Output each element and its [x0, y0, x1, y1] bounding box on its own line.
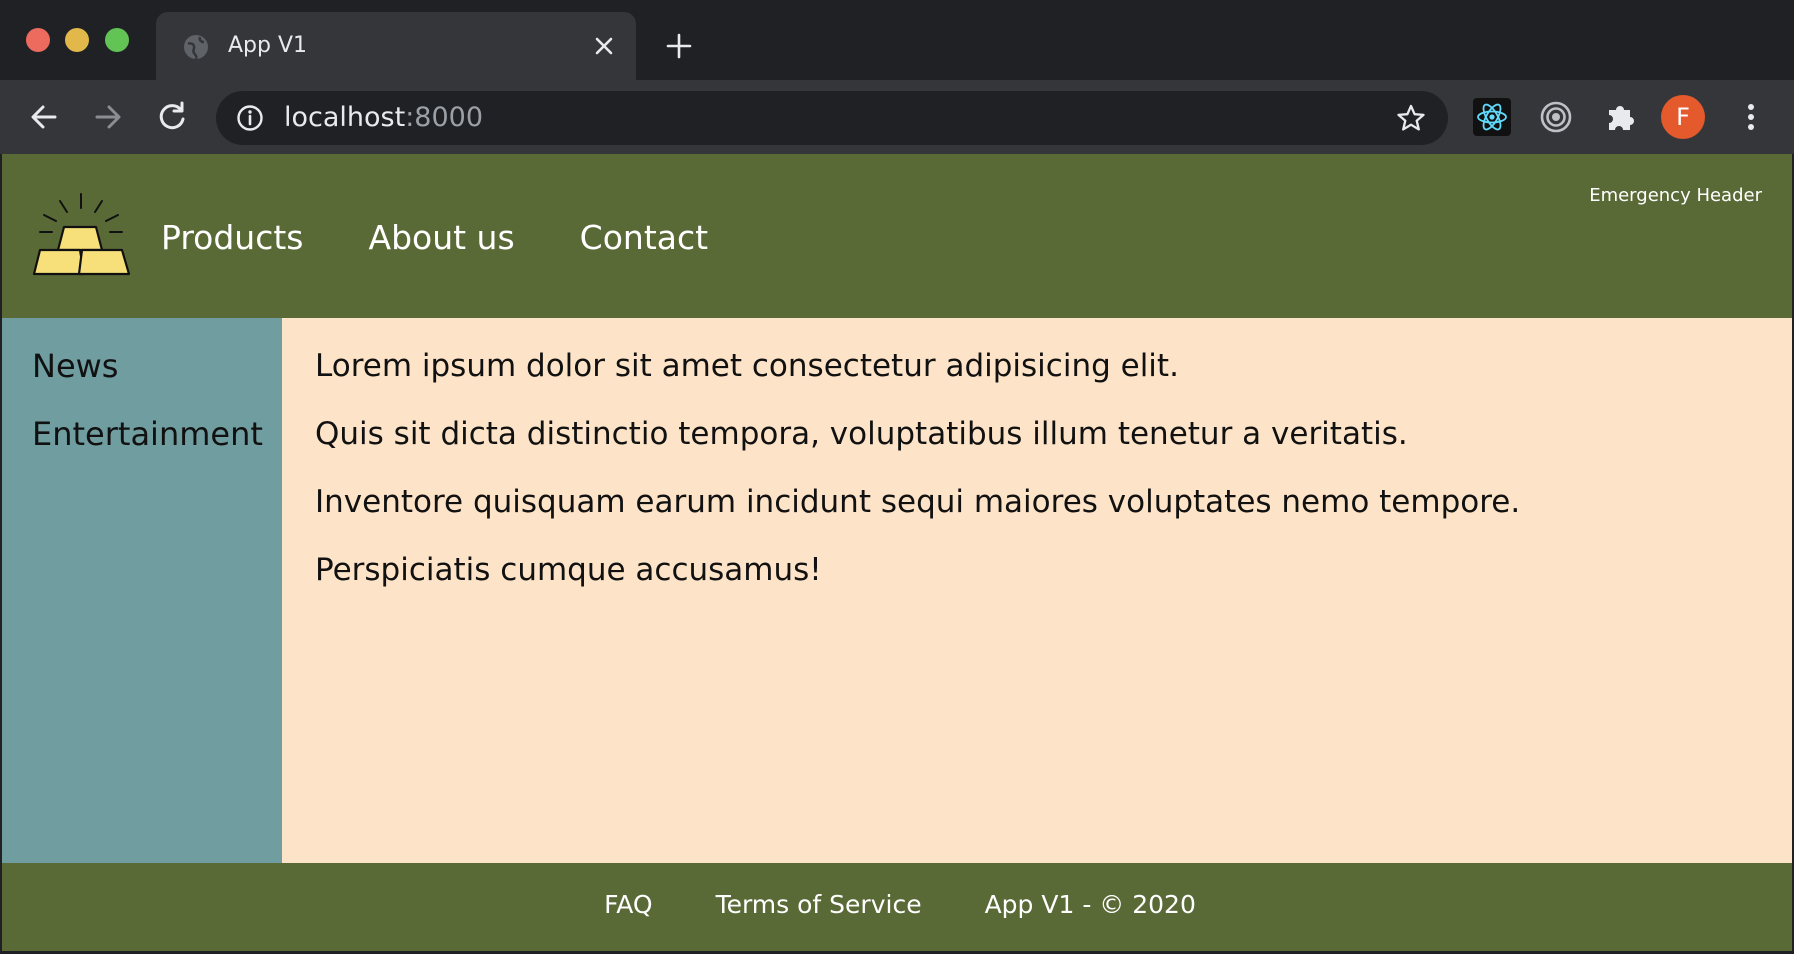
window-maximize-button[interactable]	[105, 28, 129, 52]
browser-window: App V1 localhost:8000 F Products About u…	[0, 0, 1794, 954]
reload-icon[interactable]	[153, 98, 191, 136]
window-minimize-button[interactable]	[65, 28, 89, 52]
content-paragraph: Perspiciatis cumque accusamus!	[315, 552, 822, 588]
window-close-button[interactable]	[26, 28, 50, 52]
site-footer: FAQ Terms of Service App V1 - © 2020	[2, 863, 1792, 951]
plus-icon[interactable]	[664, 31, 694, 61]
puzzle-icon[interactable]	[1601, 98, 1639, 136]
nav-link-products[interactable]: Products	[161, 218, 304, 258]
star-icon[interactable]	[1396, 103, 1426, 133]
page-viewport: Products About us Contact Emergency Head…	[2, 154, 1792, 951]
footer-link-faq[interactable]: FAQ	[604, 887, 652, 923]
main-content: Lorem ipsum dolor sit amet consectetur a…	[282, 318, 1792, 863]
url-port: :8000	[405, 102, 484, 133]
main-nav: Products About us Contact	[161, 218, 708, 258]
sidebar: News Entertainment	[2, 318, 282, 863]
tab-title: App V1	[228, 33, 308, 58]
sidebar-item-entertainment[interactable]: Entertainment	[32, 414, 282, 454]
footer-links: FAQ Terms of Service App V1 - © 2020	[2, 887, 1792, 923]
browser-toolbar: localhost:8000 F	[0, 80, 1794, 154]
browser-tab[interactable]: App V1	[156, 12, 636, 80]
react-devtools-icon[interactable]	[1473, 98, 1511, 136]
globe-icon	[184, 35, 208, 60]
content-paragraph: Lorem ipsum dolor sit amet consectetur a…	[315, 348, 1179, 384]
site-header: Products About us Contact Emergency Head…	[2, 154, 1792, 318]
content-paragraph: Inventore quisquam earum incidunt sequi …	[315, 484, 1521, 520]
target-icon[interactable]	[1537, 98, 1575, 136]
emergency-header: Emergency Header	[1589, 185, 1762, 206]
content-paragraph: Quis sit dicta distinctio tempora, volup…	[315, 416, 1408, 452]
tab-strip: App V1	[0, 0, 1794, 80]
close-icon[interactable]	[590, 32, 618, 60]
address-bar[interactable]: localhost:8000	[216, 91, 1448, 145]
footer-link-terms[interactable]: Terms of Service	[716, 887, 922, 923]
forward-arrow-icon[interactable]	[89, 98, 127, 136]
url-host: localhost	[284, 102, 406, 133]
profile-avatar[interactable]: F	[1661, 95, 1705, 139]
back-arrow-icon[interactable]	[25, 98, 63, 136]
footer-copyright: App V1 - © 2020	[984, 890, 1196, 919]
sidebar-item-news[interactable]: News	[32, 346, 282, 386]
nav-link-contact[interactable]: Contact	[580, 218, 708, 258]
url-text: localhost:8000	[284, 103, 483, 133]
info-icon[interactable]	[236, 104, 264, 132]
nav-link-about-us[interactable]: About us	[369, 218, 515, 258]
more-vert-icon[interactable]	[1732, 98, 1770, 136]
gold-bars-icon[interactable]	[30, 192, 132, 278]
